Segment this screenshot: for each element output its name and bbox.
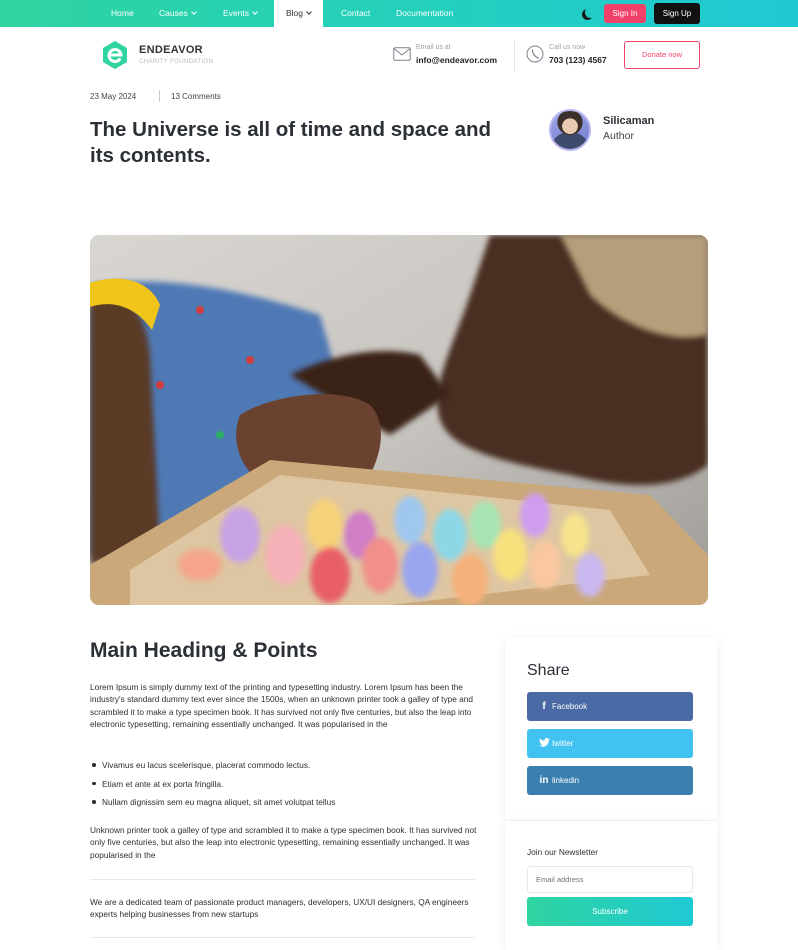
divider: [90, 937, 475, 938]
avatar[interactable]: [549, 109, 591, 151]
post-date: 23 May 2024: [90, 92, 137, 101]
nav-label: Blog: [286, 8, 304, 18]
sign-up-button[interactable]: Sign Up: [654, 3, 700, 24]
brand-tagline: CHARITY FOUNDATION: [139, 59, 214, 65]
facebook-icon: f: [542, 701, 546, 712]
nav-item-blog[interactable]: Blog: [274, 0, 324, 27]
nav-label: Contact: [341, 8, 371, 18]
points-list: Vivamus eu lacus scelerisque, placerat c…: [90, 759, 480, 815]
logo-icon[interactable]: [100, 40, 130, 75]
sign-in-button[interactable]: Sign In: [604, 4, 646, 23]
twitter-icon: [537, 729, 551, 758]
hero-image: [90, 235, 708, 605]
chevron-down-icon: [252, 9, 258, 15]
moon-icon[interactable]: [585, 7, 596, 18]
phone-label: Call us now: [549, 44, 586, 51]
intro-paragraph: Lorem Ipsum is simply dummy text of the …: [90, 682, 473, 729]
list-item: Etiam et ante at ex porta fringilla.: [90, 778, 480, 790]
chevron-down-icon: [190, 9, 197, 15]
list-item: Nullam dignissim sem eu magna aliquet, s…: [90, 796, 480, 808]
post-title: The Universe is all of time and space an…: [90, 118, 492, 167]
chevron-down-icon: [306, 9, 312, 15]
subscribe-button[interactable]: Subscribe: [527, 897, 693, 926]
email-value[interactable]: info@endeavor.com: [416, 55, 497, 65]
nav-item-documentation[interactable]: Documentation: [396, 0, 453, 27]
share-title: Share: [527, 662, 570, 679]
nav-item-contact[interactable]: Contact: [341, 0, 370, 27]
nav-label: Causes: [159, 8, 188, 18]
nav-item-home[interactable]: Home: [111, 0, 134, 27]
author-name[interactable]: Silicaman: [603, 115, 654, 127]
linkedin-icon: in: [539, 775, 549, 786]
nav-item-events[interactable]: Events: [223, 0, 258, 27]
brand-name: ENDEAVOR: [139, 44, 203, 56]
meta-divider: [159, 90, 160, 102]
author-role: Author: [603, 130, 634, 142]
divider: [90, 879, 475, 880]
nav-item-causes[interactable]: Causes: [159, 0, 197, 27]
article-heading: Main Heading & Points: [90, 639, 318, 662]
donate-button[interactable]: Donate now: [624, 41, 700, 69]
body-paragraph: Unknown printer took a galley of type an…: [90, 825, 477, 860]
twitter-share-button[interactable]: twitter: [527, 729, 693, 758]
share-button-label: twitter: [552, 739, 574, 748]
newsletter-title: Join our Newsletter: [527, 847, 599, 857]
email-label: Email us at: [416, 44, 451, 51]
linkedin-share-button[interactable]: in linkedin: [527, 766, 693, 795]
nav-label: Home: [111, 8, 134, 18]
phone-icon: [526, 45, 544, 68]
email-field[interactable]: [527, 866, 693, 893]
post-comments-link[interactable]: 13 Comments: [171, 92, 221, 101]
share-button-label: linkedin: [552, 776, 580, 785]
facebook-share-button[interactable]: f Facebook: [527, 692, 693, 721]
top-navigation-bar: Home Causes Events Blog Contact Document…: [0, 0, 798, 27]
nav-label: Documentation: [396, 8, 454, 18]
header-divider: [514, 40, 515, 72]
list-item: Vivamus eu lacus scelerisque, placerat c…: [90, 759, 480, 771]
share-button-label: Facebook: [552, 702, 588, 711]
about-paragraph: We are a dedicated team of passionate pr…: [90, 897, 469, 920]
nav-label: Events: [223, 8, 249, 18]
phone-value[interactable]: 703 (123) 4567: [549, 55, 607, 65]
envelope-icon: [393, 47, 411, 66]
